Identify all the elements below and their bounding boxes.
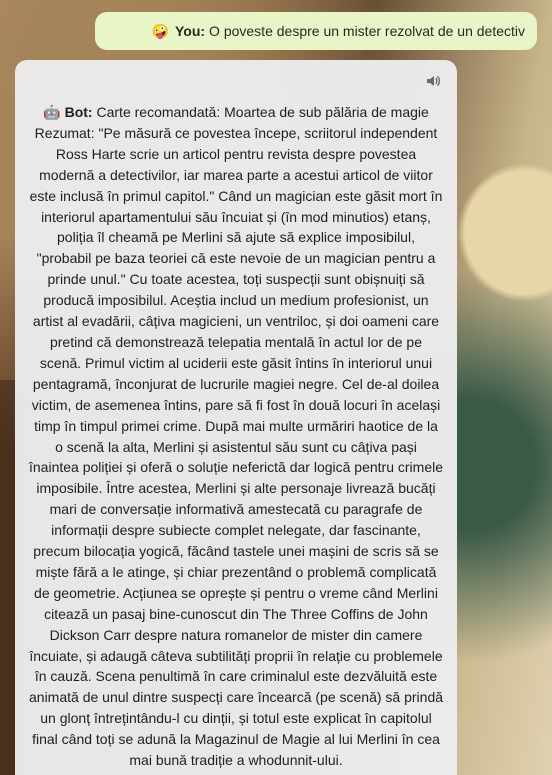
user-label: You:: [174, 23, 206, 39]
user-message-text: O poveste despre un mister rezolvat de u…: [209, 23, 525, 39]
user-message-bubble: 🤪 You: O poveste despre un mister rezolv…: [95, 12, 537, 50]
bot-message-card: 🤖 Bot: Carte recomandată: Moartea de sub …: [15, 60, 457, 775]
bot-label: Bot:: [64, 104, 93, 120]
bot-message-body: Carte recomandată: Moartea de sub pălări…: [29, 104, 444, 769]
user-emoji-icon: 🤪: [151, 22, 169, 39]
bot-message-text: 🤖 Bot: Carte recomandată: Moartea de sub …: [29, 102, 443, 771]
speaker-icon[interactable]: [425, 73, 441, 89]
bot-emoji-icon: 🤖: [43, 104, 61, 120]
